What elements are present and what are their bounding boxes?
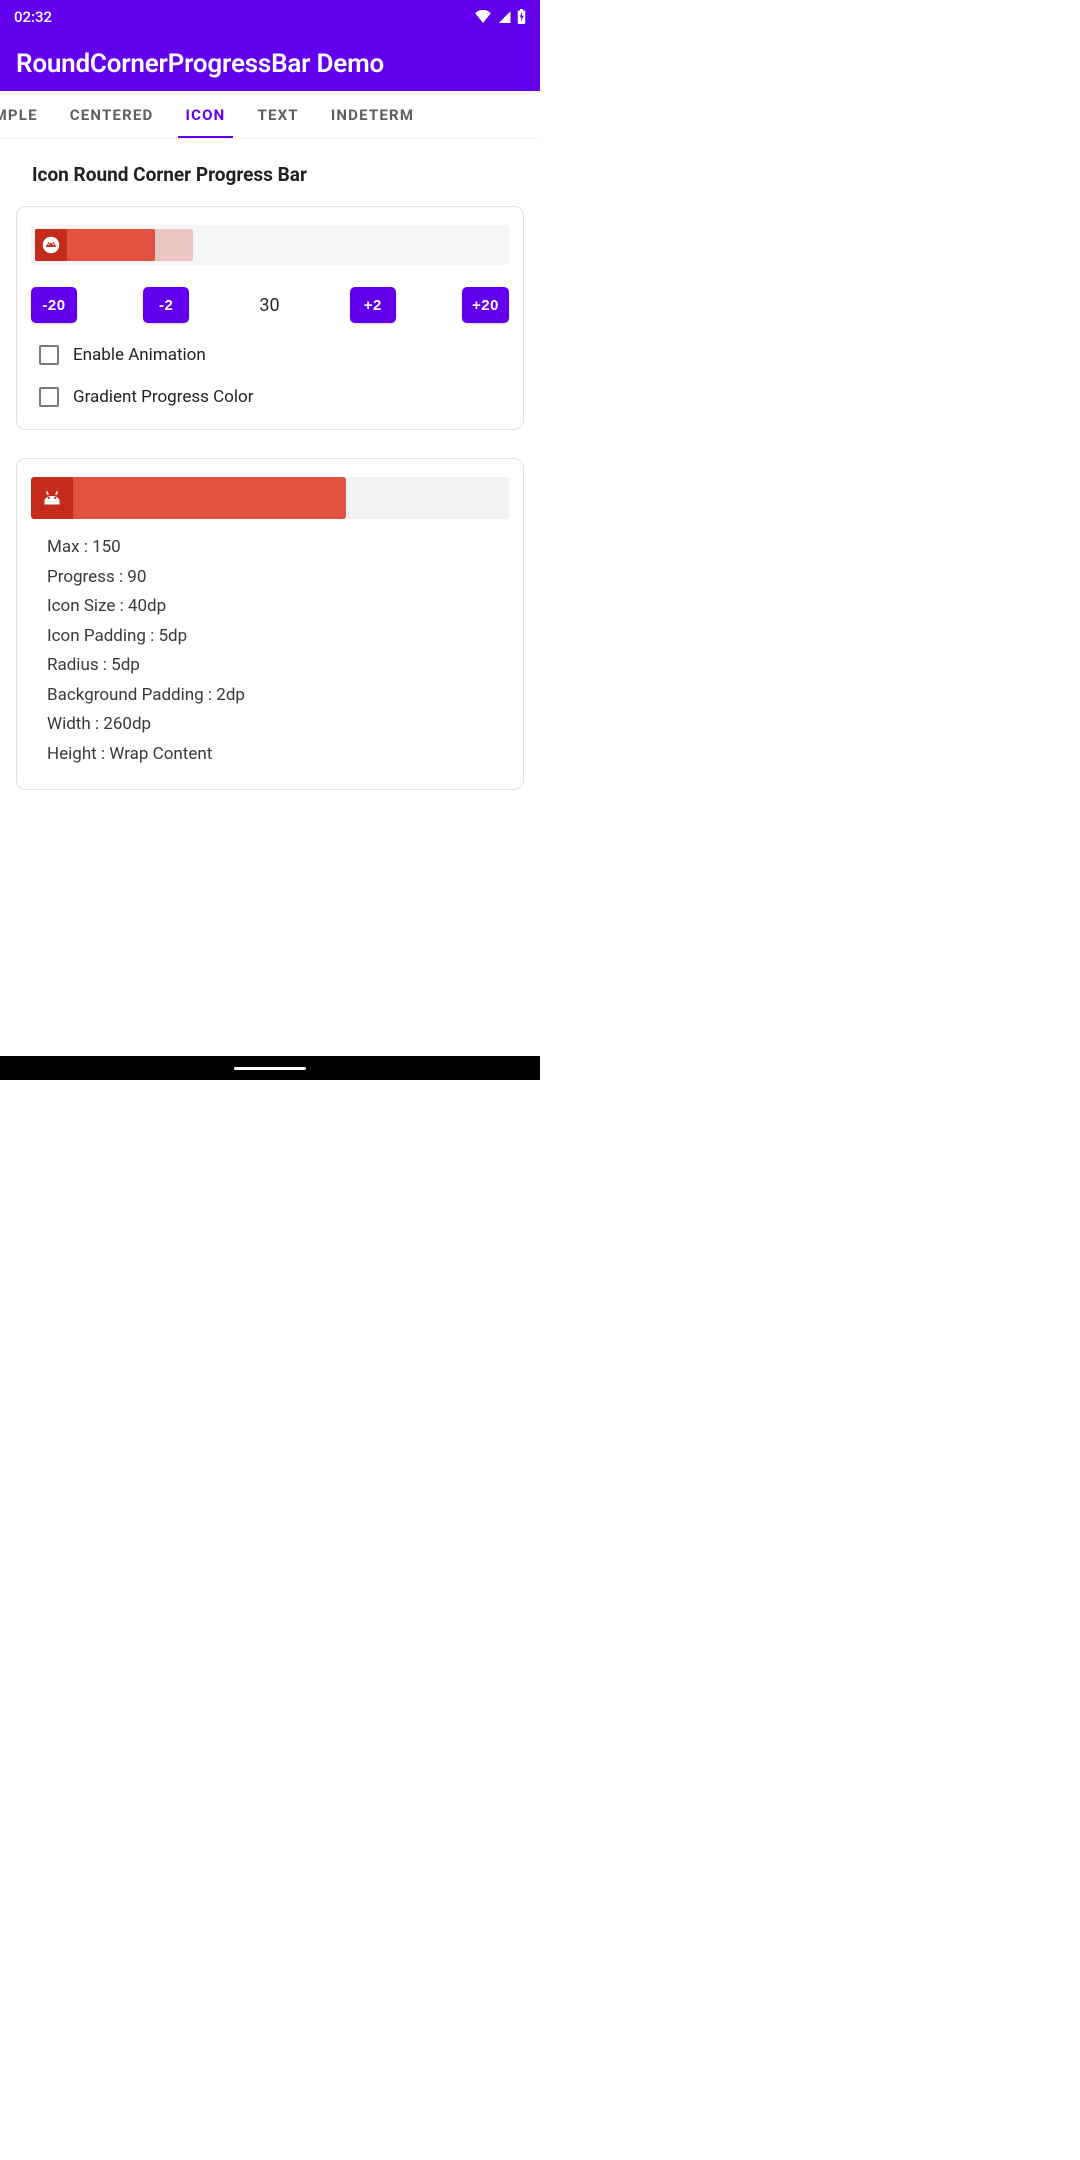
enable-animation-checkbox[interactable] xyxy=(39,345,59,365)
increment-2-button[interactable]: +2 xyxy=(350,287,396,323)
system-nav-bar xyxy=(0,1056,540,1080)
app-bar: RoundCornerProgressBar Demo xyxy=(0,33,540,91)
spec-list: Max : 150 Progress : 90 Icon Size : 40dp… xyxy=(31,535,509,767)
decrement-20-button[interactable]: -20 xyxy=(31,287,77,323)
progress-value-display: 30 xyxy=(255,295,283,316)
gradient-color-label: Gradient Progress Color xyxy=(73,387,253,407)
icon-progress-bar-1 xyxy=(31,225,509,265)
spec-line: Radius : 5dp xyxy=(47,653,509,679)
spec-line: Progress : 90 xyxy=(47,565,509,591)
spec-line: Height : Wrap Content xyxy=(47,742,509,768)
wifi-icon xyxy=(475,10,491,23)
spec-line: Icon Size : 40dp xyxy=(47,594,509,620)
spec-line: Icon Padding : 5dp xyxy=(47,624,509,650)
battery-icon xyxy=(517,9,526,24)
app-title: RoundCornerProgressBar Demo xyxy=(16,49,524,79)
cellular-icon xyxy=(497,10,511,23)
tab-bar: IMPLE CENTERED ICON TEXT INDETERM xyxy=(0,91,540,139)
section-title: Icon Round Corner Progress Bar xyxy=(32,163,524,186)
enable-animation-row: Enable Animation xyxy=(31,345,509,365)
status-bar: 02:32 xyxy=(0,0,540,33)
demo-card-1: -20 -2 30 +2 +20 Enable Animation Gradie… xyxy=(16,206,524,430)
status-time: 02:32 xyxy=(14,8,52,26)
spec-line: Background Padding : 2dp xyxy=(47,683,509,709)
increment-20-button[interactable]: +20 xyxy=(462,287,509,323)
icon-progress-bar-2 xyxy=(31,477,509,519)
tab-simple[interactable]: IMPLE xyxy=(0,91,54,139)
decrement-2-button[interactable]: -2 xyxy=(143,287,189,323)
enable-animation-label: Enable Animation xyxy=(73,345,206,365)
gradient-color-row: Gradient Progress Color xyxy=(31,387,509,407)
content-scroll[interactable]: Icon Round Corner Progress Bar -20 -2 30… xyxy=(0,139,540,1080)
spec-line: Width : 260dp xyxy=(47,712,509,738)
demo-card-2: Max : 150 Progress : 90 Icon Size : 40dp… xyxy=(16,458,524,790)
status-icons xyxy=(475,9,526,24)
gradient-color-checkbox[interactable] xyxy=(39,387,59,407)
nav-pill[interactable] xyxy=(234,1067,306,1070)
progress-primary-2 xyxy=(31,477,346,519)
progress-controls: -20 -2 30 +2 +20 xyxy=(31,287,509,323)
tab-centered[interactable]: CENTERED xyxy=(54,91,170,139)
tab-indeterminate[interactable]: INDETERM xyxy=(315,91,430,139)
android-icon xyxy=(39,485,65,511)
progress-icon-box xyxy=(35,229,67,261)
tab-text[interactable]: TEXT xyxy=(241,91,314,139)
android-icon xyxy=(42,236,60,254)
tab-icon[interactable]: ICON xyxy=(170,91,242,139)
spec-line: Max : 150 xyxy=(47,535,509,561)
progress-icon-box-2 xyxy=(31,477,73,519)
